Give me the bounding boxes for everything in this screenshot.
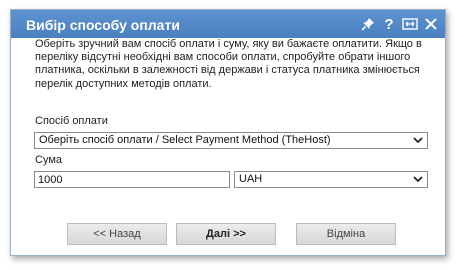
currency-value: UAH bbox=[239, 173, 263, 185]
amount-input[interactable] bbox=[34, 171, 230, 188]
back-button[interactable]: << Назад bbox=[67, 223, 167, 245]
chevron-down-icon bbox=[413, 176, 423, 183]
help-icon[interactable]: ? bbox=[381, 16, 397, 32]
chevron-down-icon bbox=[413, 137, 423, 144]
cancel-button[interactable]: Відміна bbox=[296, 223, 396, 245]
payment-method-select[interactable]: Оберіть спосіб оплати / Select Payment M… bbox=[34, 132, 428, 149]
close-icon[interactable] bbox=[423, 16, 439, 32]
dialog-description: Оберіть зручний вам спосіб оплати і суму… bbox=[35, 38, 422, 90]
payment-method-value: Оберіть спосіб оплати / Select Payment M… bbox=[39, 134, 331, 146]
resize-icon[interactable] bbox=[402, 16, 418, 32]
amount-label: Сума bbox=[35, 154, 63, 166]
payment-method-dialog: Вибір способу оплати ? Оберіть зручний в… bbox=[10, 9, 446, 256]
svg-text:?: ? bbox=[384, 16, 393, 32]
pin-icon[interactable] bbox=[360, 16, 376, 32]
dialog-titlebar[interactable]: Вибір способу оплати ? bbox=[11, 10, 445, 38]
title-tools: ? bbox=[360, 15, 439, 33]
dialog-title: Вибір способу оплати bbox=[26, 17, 180, 33]
payment-method-label: Спосіб оплати bbox=[35, 115, 108, 127]
currency-select[interactable]: UAH bbox=[234, 171, 428, 188]
next-button[interactable]: Далі >> bbox=[176, 223, 276, 245]
